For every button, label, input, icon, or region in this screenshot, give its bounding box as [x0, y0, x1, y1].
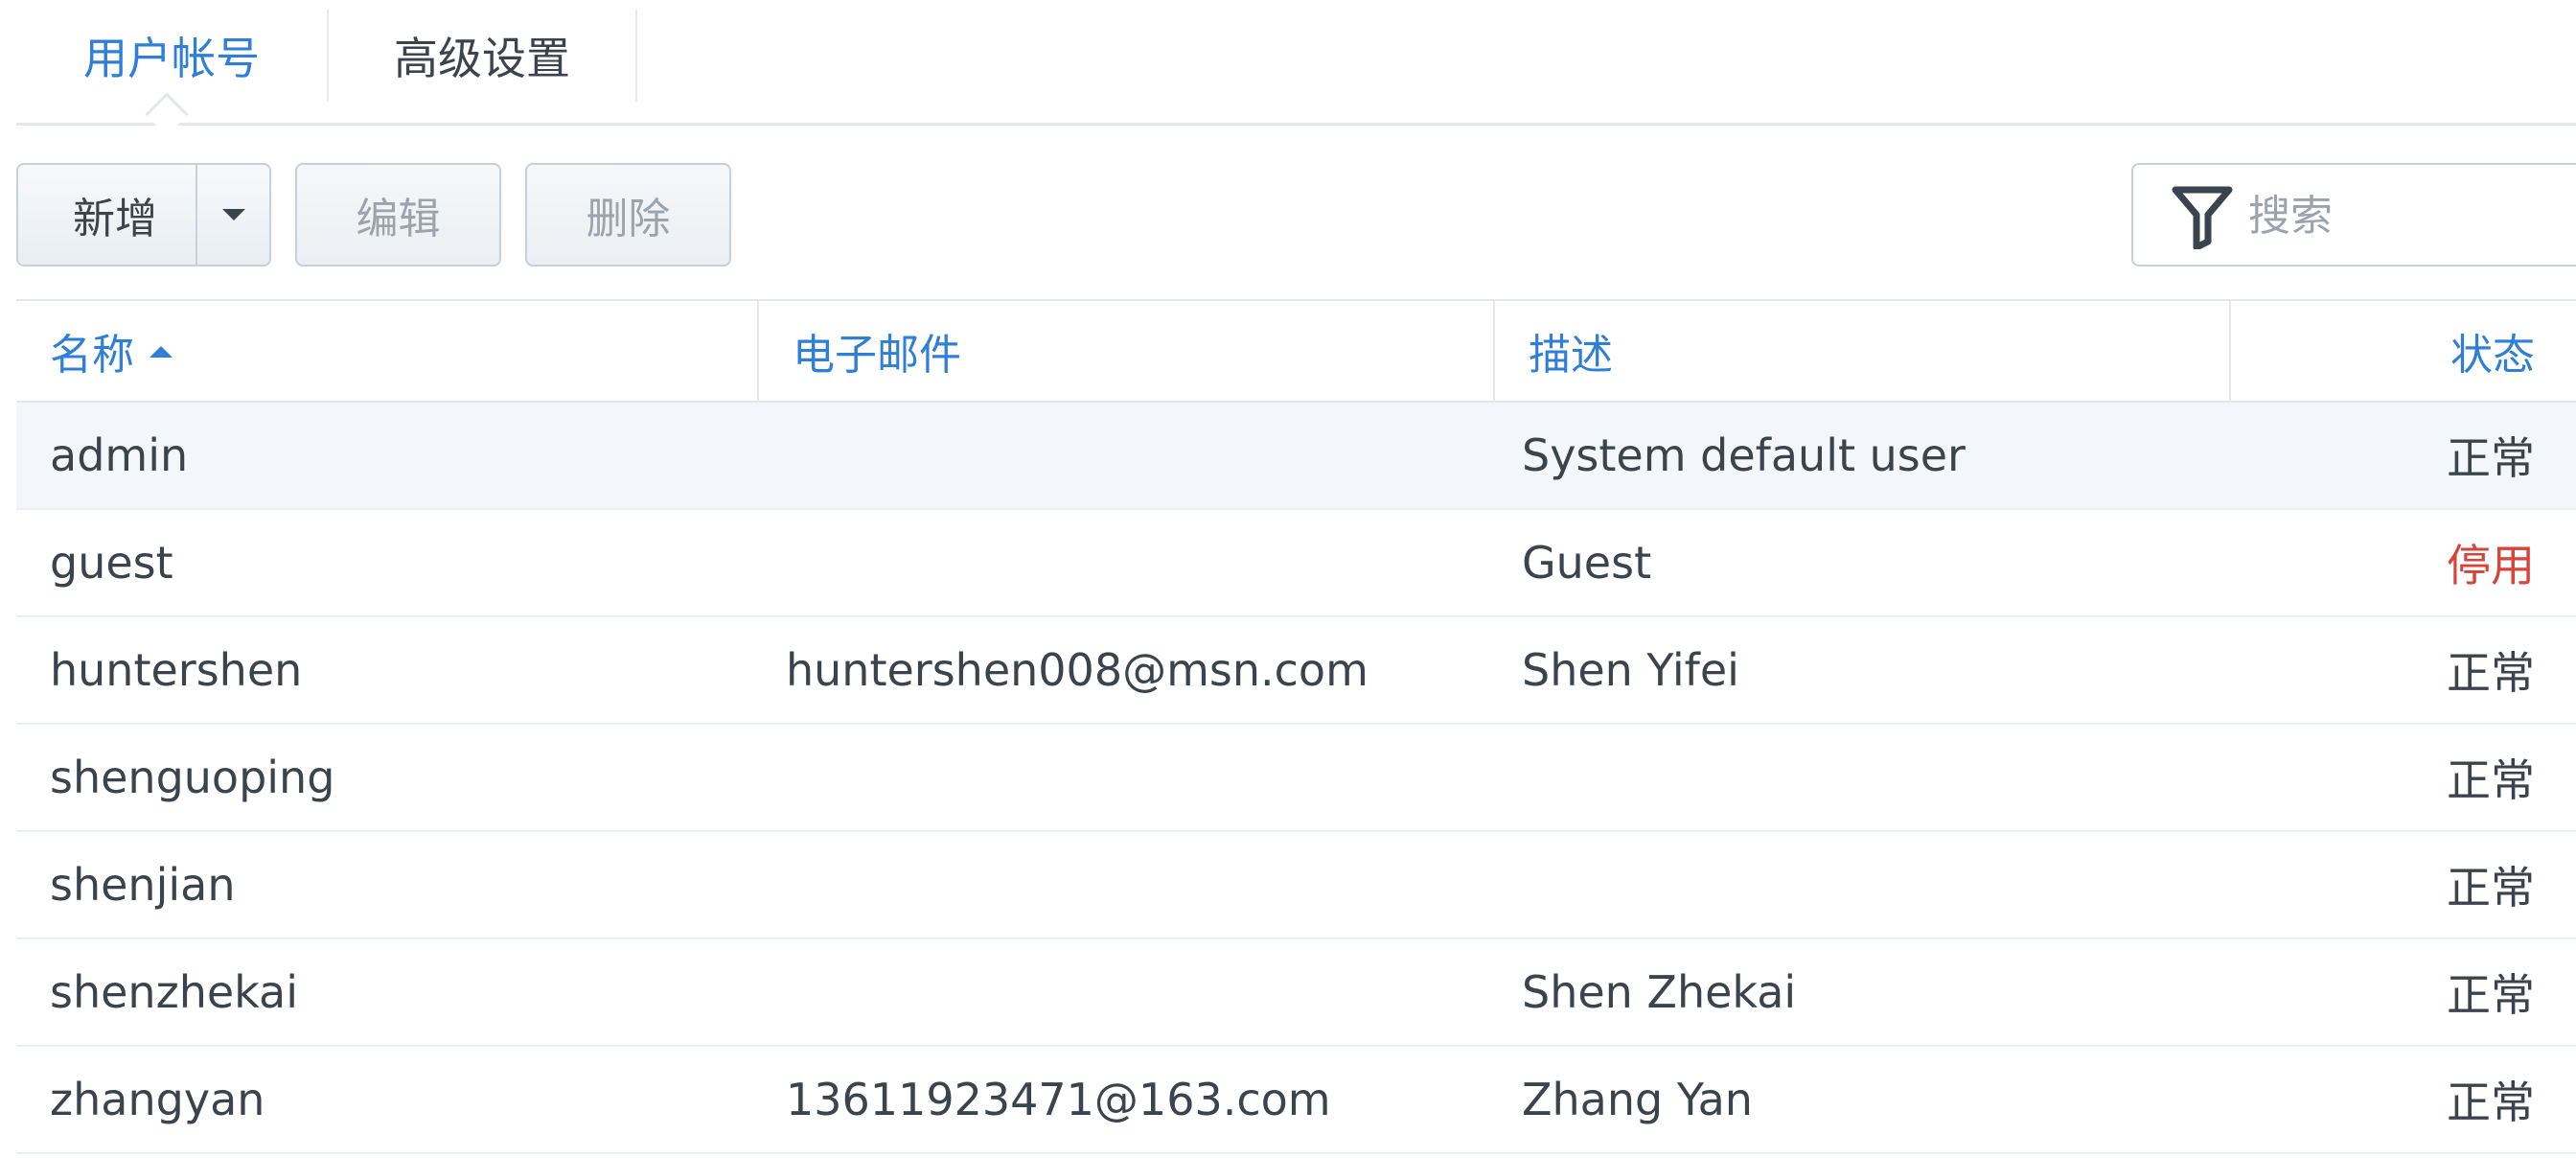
column-header-description-label: 描述: [1529, 331, 1613, 380]
add-button-label: 新增: [73, 195, 157, 243]
cell-name: huntershen: [50, 644, 303, 696]
cell-status: 正常: [2447, 1077, 2535, 1128]
edit-button-label: 编辑: [356, 195, 441, 243]
table-row[interactable]: huntershen huntershen008@msn.com Shen Yi…: [16, 617, 2576, 725]
cell-description: System default user: [1522, 429, 1966, 481]
cell-status: 停用: [2447, 540, 2535, 591]
edit-button[interactable]: 编辑: [295, 163, 501, 266]
column-header-description[interactable]: 描述: [1493, 301, 2229, 401]
table-header: 名称 电子邮件 描述 状态: [16, 299, 2576, 403]
table-row[interactable]: guest Guest 停用: [16, 510, 2576, 617]
column-header-name[interactable]: 名称: [16, 301, 757, 401]
table-row[interactable]: zhangyan 13611923471@163.com Zhang Yan 正…: [16, 1047, 2576, 1154]
cell-status: 正常: [2447, 754, 2535, 806]
cell-status: 正常: [2447, 969, 2535, 1021]
tab-user-accounts[interactable]: 用户帐号: [16, 0, 327, 111]
cell-description: Shen Yifei: [1522, 644, 1739, 696]
column-header-name-label: 名称: [50, 331, 134, 380]
user-table: 名称 电子邮件 描述 状态 admin System default user …: [16, 299, 2576, 1154]
cell-email: 13611923471@163.com: [786, 1074, 1331, 1125]
cell-name: guest: [50, 537, 173, 589]
cell-status: 正常: [2447, 862, 2535, 914]
cell-name: shenzhekai: [50, 966, 298, 1018]
caret-down-icon: [221, 209, 245, 220]
tab-advanced-settings[interactable]: 高级设置: [329, 0, 635, 111]
column-header-status[interactable]: 状态: [2229, 301, 2576, 401]
cell-description: Guest: [1522, 537, 1652, 589]
tab-divider: [635, 10, 637, 102]
cell-email: huntershen008@msn.com: [786, 644, 1368, 696]
cell-name: zhangyan: [50, 1074, 265, 1125]
table-row[interactable]: shenjian 正常: [16, 832, 2576, 939]
cell-name: shenguoping: [50, 752, 335, 803]
cell-description: Shen Zhekai: [1522, 966, 1797, 1018]
tab-underline: [16, 123, 2576, 126]
column-header-email[interactable]: 电子邮件: [757, 301, 1493, 401]
sort-ascending-icon: [150, 346, 172, 358]
add-dropdown-button[interactable]: [197, 165, 269, 265]
table-row[interactable]: shenguoping 正常: [16, 725, 2576, 832]
search-box: [2131, 163, 2576, 266]
table-row[interactable]: shenzhekai Shen Zhekai 正常: [16, 939, 2576, 1047]
cell-status: 正常: [2447, 432, 2535, 484]
tab-bar: 用户帐号 高级设置: [0, 0, 2576, 136]
filter-icon[interactable]: [2172, 184, 2233, 249]
search-input[interactable]: [2248, 174, 2574, 257]
column-header-email-label: 电子邮件: [793, 331, 961, 380]
delete-button[interactable]: 删除: [525, 163, 731, 266]
cell-description: Zhang Yan: [1522, 1074, 1753, 1125]
delete-button-label: 删除: [586, 195, 671, 243]
cell-name: admin: [50, 429, 189, 481]
cell-status: 正常: [2447, 647, 2535, 699]
column-header-status-label: 状态: [2450, 331, 2535, 380]
table-row[interactable]: admin System default user 正常: [16, 403, 2576, 510]
cell-name: shenjian: [50, 859, 236, 911]
